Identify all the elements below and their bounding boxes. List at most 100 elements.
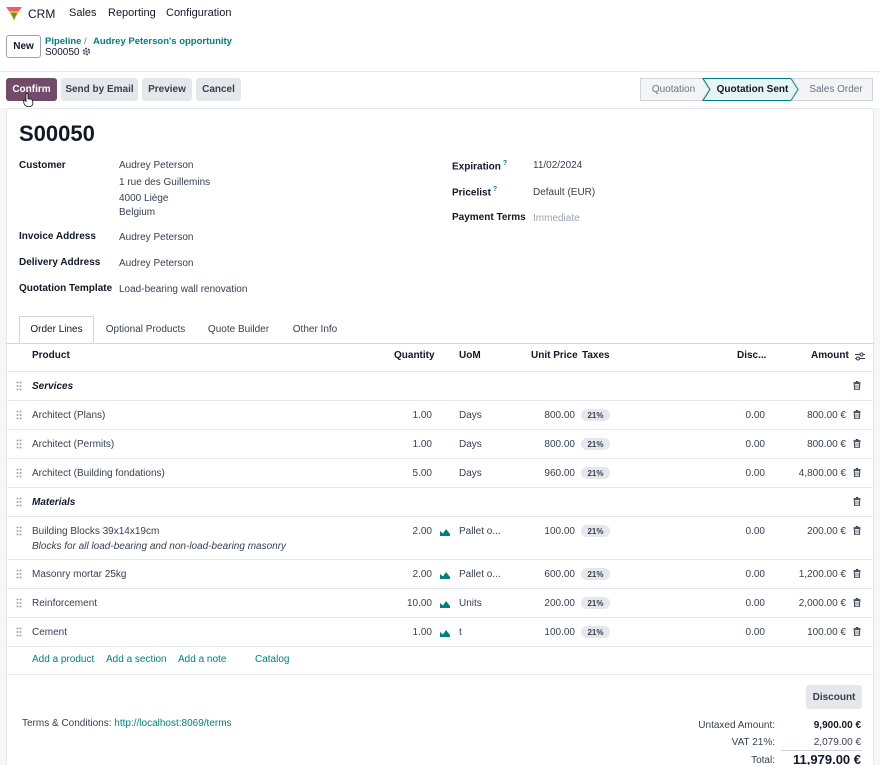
gear-icon[interactable]: [82, 47, 91, 56]
status-quotation-sent[interactable]: Quotation Sent: [710, 78, 795, 101]
line-discount[interactable]: 0.00: [707, 627, 765, 638]
quotation-template-field[interactable]: Load-bearing wall renovation: [119, 284, 247, 295]
help-icon[interactable]: ?: [503, 160, 507, 167]
line-unit-price[interactable]: 200.00: [515, 598, 575, 609]
section-name[interactable]: Services: [32, 381, 73, 392]
line-quantity[interactable]: 2.00: [372, 526, 432, 537]
delivery-address-field[interactable]: Audrey Peterson: [119, 258, 194, 269]
app-name[interactable]: CRM: [28, 7, 55, 21]
trash-icon[interactable]: [853, 526, 861, 535]
tax-badge[interactable]: 21%: [581, 568, 610, 580]
drag-handle-icon[interactable]: [16, 526, 22, 536]
trash-icon[interactable]: [853, 627, 861, 636]
product-name[interactable]: Masonry mortar 25kg: [32, 569, 126, 580]
drag-handle-icon[interactable]: [16, 439, 22, 449]
line-note[interactable]: Blocks for all load-bearing and non-load…: [32, 541, 286, 552]
forecast-chart-icon[interactable]: [440, 571, 450, 579]
new-button[interactable]: New: [6, 35, 41, 58]
drag-handle-icon[interactable]: [16, 381, 22, 391]
tax-badge[interactable]: 21%: [581, 525, 610, 537]
line-quantity[interactable]: 2.00: [372, 569, 432, 580]
trash-icon[interactable]: [853, 381, 861, 390]
cancel-button[interactable]: Cancel: [196, 78, 241, 101]
status-quotation[interactable]: Quotation: [642, 78, 705, 101]
customer-name[interactable]: Audrey Peterson: [119, 160, 194, 171]
trash-icon[interactable]: [853, 569, 861, 578]
line-unit-price[interactable]: 800.00: [515, 439, 575, 450]
payment-terms-field[interactable]: Immediate: [533, 213, 580, 224]
drag-handle-icon[interactable]: [16, 598, 22, 608]
discount-button[interactable]: Discount: [806, 685, 862, 709]
line-quantity[interactable]: 10.00: [372, 598, 432, 609]
menu-configuration[interactable]: Configuration: [166, 7, 231, 19]
line-uom[interactable]: Pallet o...: [459, 526, 501, 537]
line-uom[interactable]: t: [459, 627, 462, 638]
tax-badge[interactable]: 21%: [581, 467, 610, 479]
line-quantity[interactable]: 1.00: [372, 627, 432, 638]
product-name[interactable]: Architect (Plans): [32, 410, 105, 421]
drag-handle-icon[interactable]: [16, 627, 22, 637]
product-name[interactable]: Architect (Permits): [32, 439, 114, 450]
drag-handle-icon[interactable]: [16, 497, 22, 507]
preview-button[interactable]: Preview: [142, 78, 192, 101]
col-unit-price[interactable]: Unit Price: [531, 350, 578, 361]
col-quantity[interactable]: Quantity: [394, 350, 435, 361]
drag-handle-icon[interactable]: [16, 410, 22, 420]
line-discount[interactable]: 0.00: [707, 526, 765, 537]
pricelist-field[interactable]: Default (EUR): [533, 187, 595, 198]
line-discount[interactable]: 0.00: [707, 468, 765, 479]
col-taxes[interactable]: Taxes: [582, 350, 610, 361]
forecast-chart-icon[interactable]: [440, 600, 450, 608]
line-discount[interactable]: 0.00: [707, 598, 765, 609]
terms-link[interactable]: http://localhost:8069/terms: [114, 718, 231, 729]
line-discount[interactable]: 0.00: [707, 439, 765, 450]
line-unit-price[interactable]: 960.00: [515, 468, 575, 479]
tab-optional-products[interactable]: Optional Products: [95, 316, 196, 343]
line-quantity[interactable]: 1.00: [372, 410, 432, 421]
tax-badge[interactable]: 21%: [581, 409, 610, 421]
line-discount[interactable]: 0.00: [707, 569, 765, 580]
tax-badge[interactable]: 21%: [581, 438, 610, 450]
expiration-field[interactable]: 11/02/2024: [533, 160, 582, 171]
line-uom[interactable]: Units: [459, 598, 482, 609]
status-sales-order[interactable]: Sales Order: [800, 78, 872, 101]
trash-icon[interactable]: [853, 468, 861, 477]
col-product[interactable]: Product: [32, 350, 70, 361]
line-uom[interactable]: Pallet o...: [459, 569, 501, 580]
drag-handle-icon[interactable]: [16, 468, 22, 478]
trash-icon[interactable]: [853, 439, 861, 448]
trash-icon[interactable]: [853, 497, 861, 506]
product-name[interactable]: Building Blocks 39x14x19cm: [32, 526, 159, 537]
menu-reporting[interactable]: Reporting: [108, 7, 156, 19]
line-quantity[interactable]: 1.00: [372, 439, 432, 450]
tab-quote-builder[interactable]: Quote Builder: [197, 316, 280, 343]
invoice-address-field[interactable]: Audrey Peterson: [119, 232, 194, 243]
line-uom[interactable]: Days: [459, 468, 482, 479]
add-section-link[interactable]: Add a section: [106, 654, 167, 665]
col-amount[interactable]: Amount: [811, 350, 849, 361]
line-discount[interactable]: 0.00: [707, 410, 765, 421]
drag-handle-icon[interactable]: [16, 569, 22, 579]
line-unit-price[interactable]: 800.00: [515, 410, 575, 421]
product-name[interactable]: Reinforcement: [32, 598, 97, 609]
line-unit-price[interactable]: 600.00: [515, 569, 575, 580]
line-quantity[interactable]: 5.00: [372, 468, 432, 479]
add-product-link[interactable]: Add a product: [32, 654, 94, 665]
breadcrumb-pipeline[interactable]: Pipeline: [45, 36, 81, 47]
column-settings-icon[interactable]: [855, 352, 865, 361]
menu-sales[interactable]: Sales: [69, 7, 97, 19]
col-discount[interactable]: Disc...: [737, 350, 766, 361]
product-name[interactable]: Architect (Building fondations): [32, 468, 165, 479]
forecast-chart-icon[interactable]: [440, 528, 450, 536]
trash-icon[interactable]: [853, 598, 861, 607]
line-uom[interactable]: Days: [459, 410, 482, 421]
tax-badge[interactable]: 21%: [581, 626, 610, 638]
breadcrumb-opportunity[interactable]: Audrey Peterson's opportunity: [93, 36, 232, 47]
help-icon[interactable]: ?: [493, 186, 497, 193]
line-uom[interactable]: Days: [459, 439, 482, 450]
section-name[interactable]: Materials: [32, 497, 75, 508]
trash-icon[interactable]: [853, 410, 861, 419]
tab-other-info[interactable]: Other Info: [282, 316, 348, 343]
crm-logo-icon[interactable]: [6, 7, 22, 21]
line-unit-price[interactable]: 100.00: [515, 526, 575, 537]
